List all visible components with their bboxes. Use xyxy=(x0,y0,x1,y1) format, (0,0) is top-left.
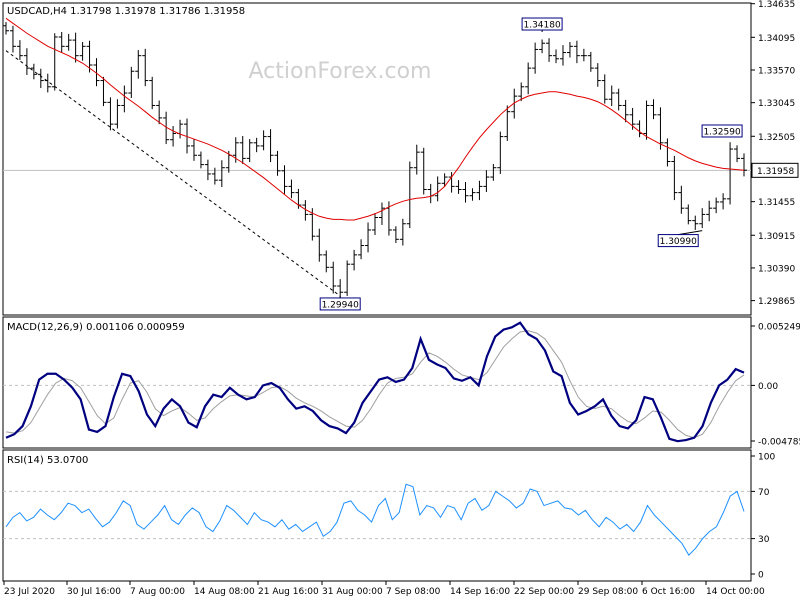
price-tick-label: 1.29865 xyxy=(758,297,795,307)
x-tick-label: 7 Sep 08:00 xyxy=(386,587,441,597)
x-tick-label: 29 Sep 08:00 xyxy=(578,587,638,597)
price-tick-label: 1.30390 xyxy=(758,264,795,274)
annotation-label: 1.34180 xyxy=(523,21,560,31)
price-header: USDCAD,H4 1.31798 1.31978 1.31786 1.3195… xyxy=(7,6,245,17)
price-tick-label: 1.30915 xyxy=(758,232,795,242)
x-tick-label: 30 Jul 16:00 xyxy=(67,587,121,597)
rsi-tick-label: 100 xyxy=(758,453,775,463)
annotation-label: 1.30990 xyxy=(660,237,697,247)
x-tick-label: 14 Aug 08:00 xyxy=(194,587,255,597)
x-tick-label: 23 Jul 2020 xyxy=(4,587,55,597)
chart: ActionForex.com 1.29940 1.34180 1.30990 1.3… xyxy=(0,0,800,600)
x-tick-label: 21 Aug 16:00 xyxy=(258,587,319,597)
x-tick-label: 7 Aug 00:00 xyxy=(130,587,185,597)
watermark: ActionForex.com xyxy=(249,59,432,84)
rsi-tick-label: 30 xyxy=(758,535,770,545)
current-price-label: 1.31958 xyxy=(757,167,794,177)
macd-tick-label: 0.005249 xyxy=(758,323,800,333)
x-tick-label: 31 Aug 00:00 xyxy=(322,587,383,597)
x-tick-label: 22 Sep 00:00 xyxy=(514,587,574,597)
macd-tick-label: -0.004785 xyxy=(758,438,800,448)
annotation-label: 1.32590 xyxy=(703,127,740,137)
price-tick-label: 1.34095 xyxy=(758,34,795,44)
price-tick-label: 1.32505 xyxy=(758,133,795,143)
rsi-tick-label: 70 xyxy=(758,488,770,498)
macd-tick-label: 0.00 xyxy=(758,382,778,392)
rsi-header: RSI(14) 53.0700 xyxy=(7,455,88,466)
rsi-tick-label: 0 xyxy=(758,571,764,581)
price-tick-label: 1.33570 xyxy=(758,66,795,76)
price-tick-label: 1.31455 xyxy=(758,198,795,208)
price-tick-label: 1.34635 xyxy=(758,0,795,10)
macd-header: MACD(12,26,9) 0.001106 0.000959 xyxy=(7,322,185,333)
x-tick-label: 14 Sep 16:00 xyxy=(450,587,510,597)
x-tick-label: 6 Oct 16:00 xyxy=(642,587,695,597)
price-tick-label: 1.33045 xyxy=(758,99,795,109)
x-tick-label: 14 Oct 00:00 xyxy=(706,587,765,597)
annotation-label: 1.29940 xyxy=(322,300,359,310)
